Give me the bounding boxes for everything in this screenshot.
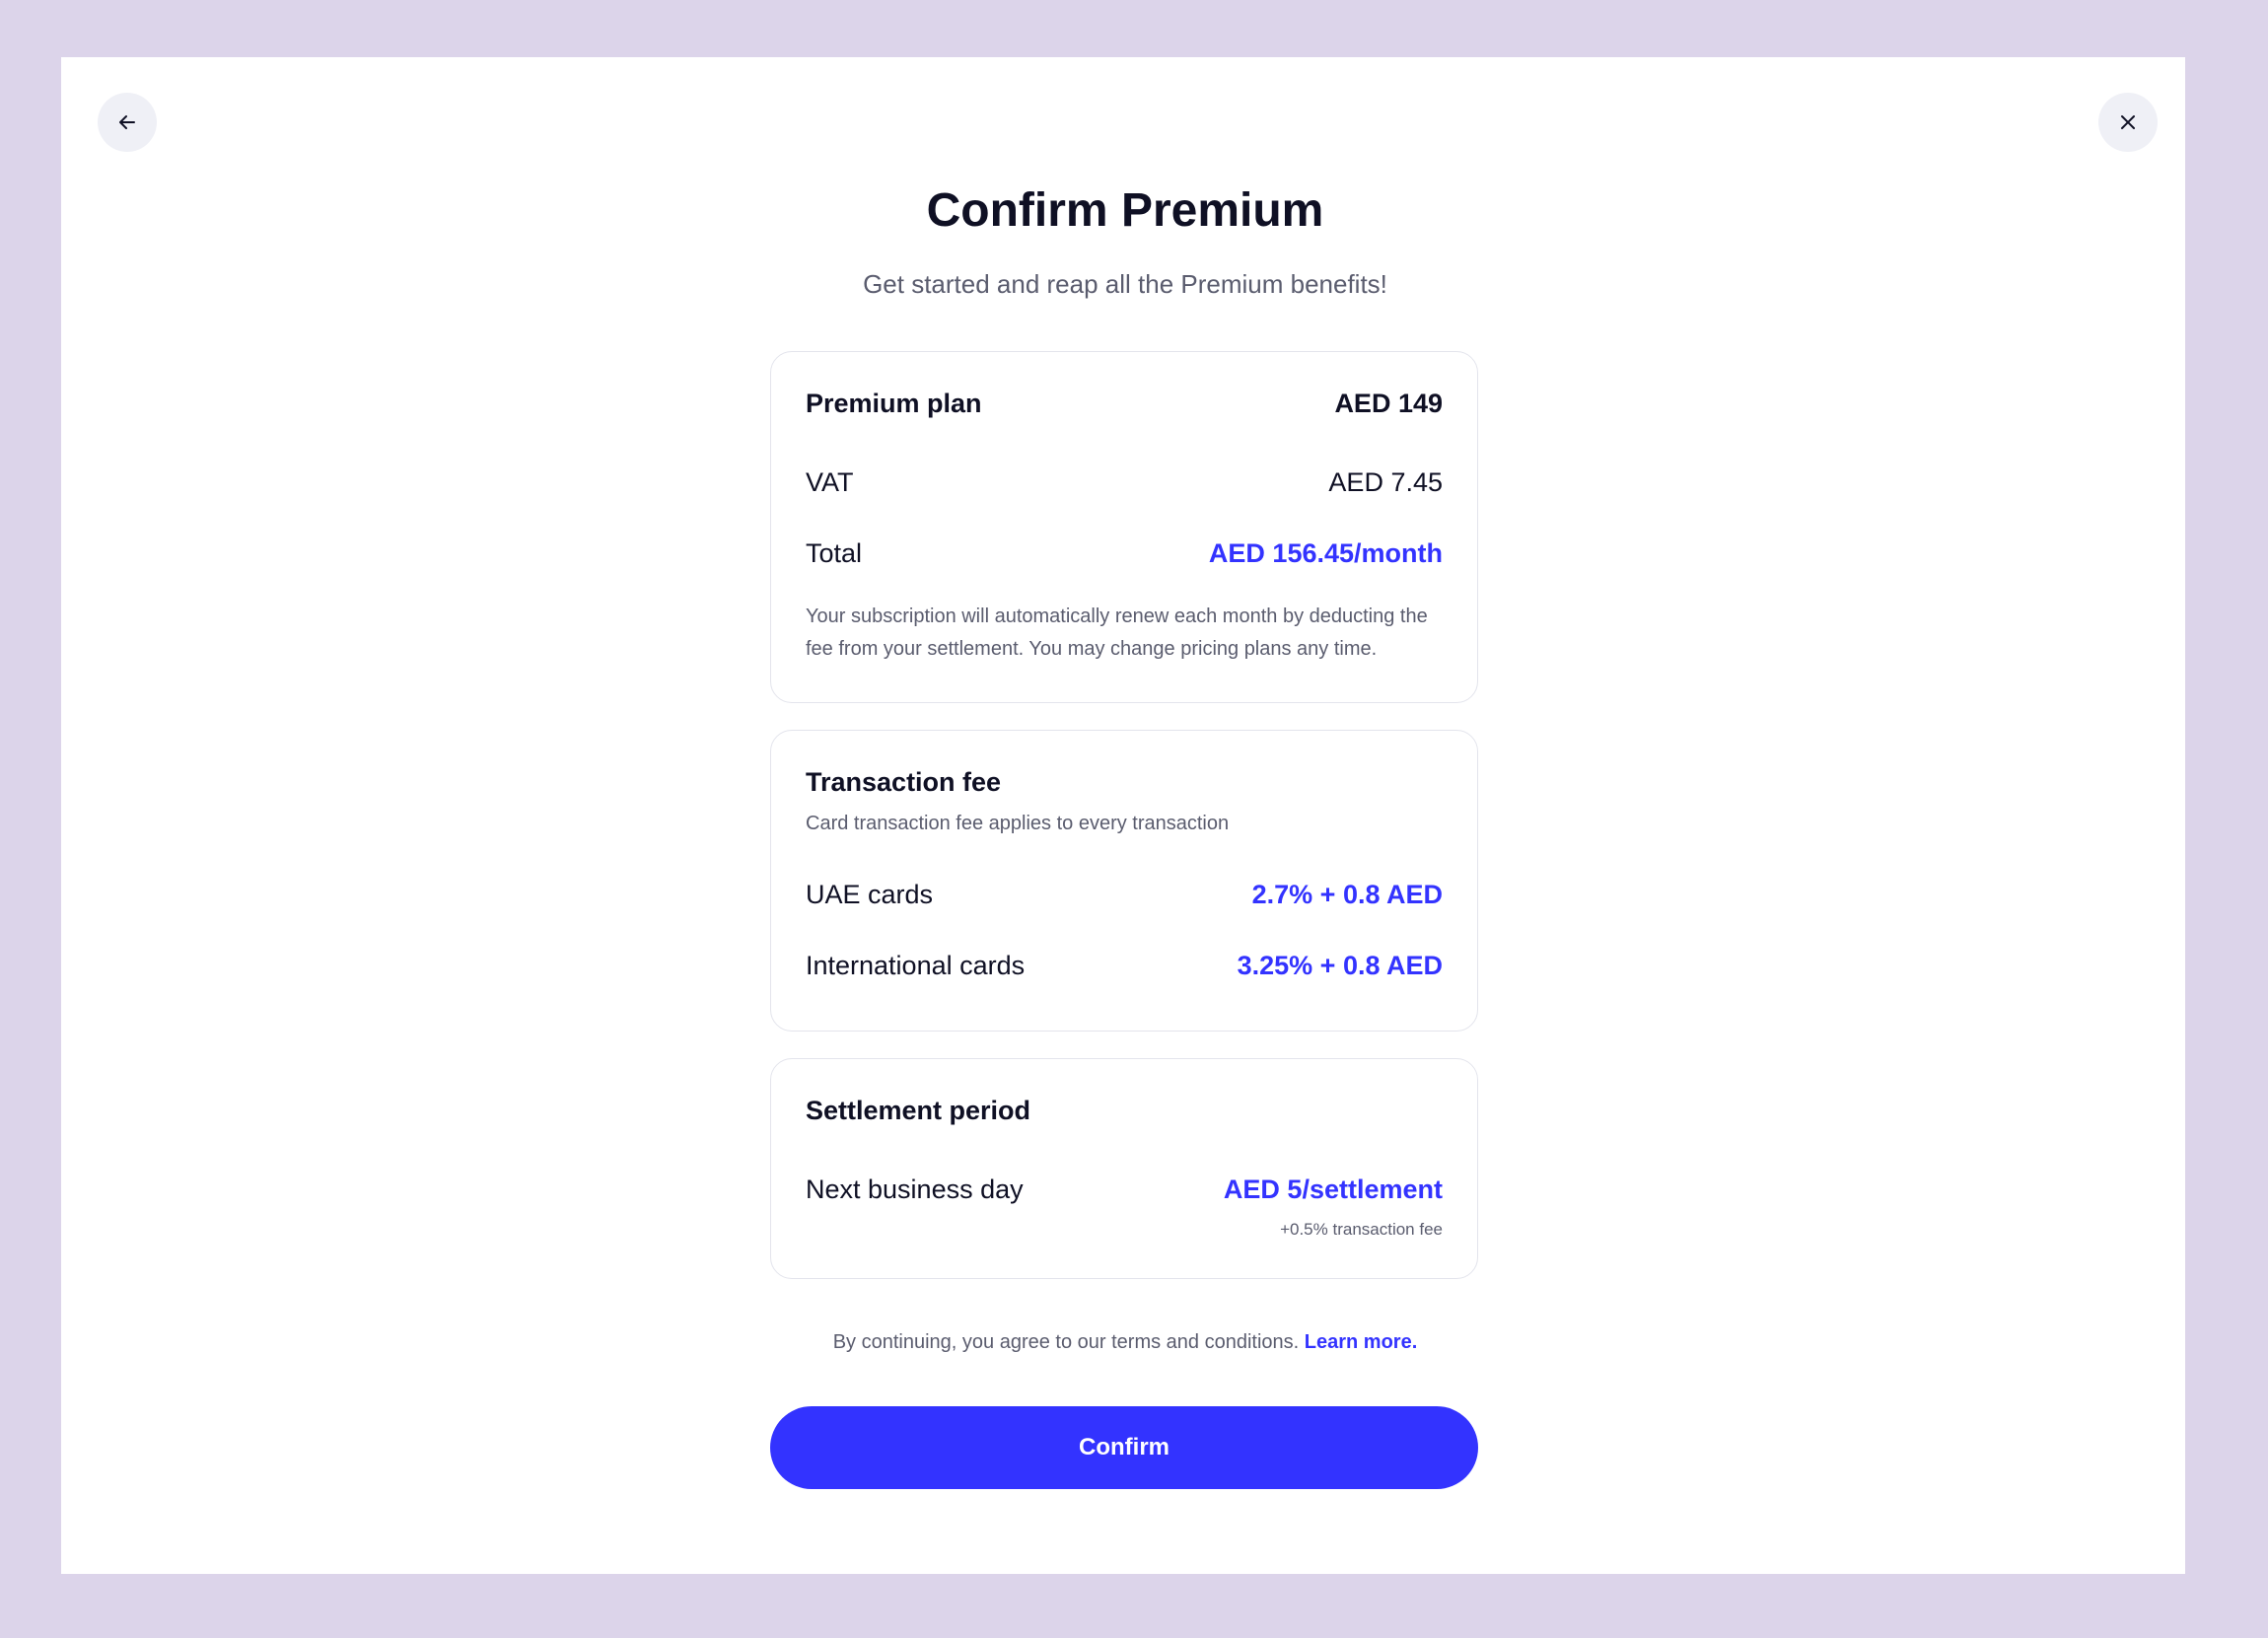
transaction-fee-description: Card transaction fee applies to every tr… — [806, 813, 1230, 834]
fee-row-label: International cards — [806, 951, 1026, 980]
page-title: Confirm Premium — [926, 184, 1324, 237]
transaction-fee-heading: Transaction fee — [806, 767, 1002, 797]
vat-row: VAT AED 7.45 — [806, 464, 1443, 500]
terms-text: By continuing, you agree to our terms an… — [832, 1331, 1300, 1353]
modal-dialog: Confirm Premium Get started and reap all… — [61, 57, 2185, 1574]
plan-name-label: Premium plan — [806, 389, 982, 418]
total-label: Total — [806, 538, 863, 568]
vat-value: AED 7.45 — [1328, 467, 1443, 497]
settlement-card: Settlement period Next business day AED … — [770, 1058, 1478, 1279]
settlement-value: AED 5/settlement — [1223, 1175, 1443, 1204]
fee-row-value: 3.25% + 0.8 AED — [1237, 951, 1443, 980]
total-value: AED 156.45/month — [1208, 538, 1443, 568]
confirm-button[interactable]: Confirm — [770, 1406, 1478, 1489]
settlement-heading: Settlement period — [806, 1096, 1031, 1125]
terms-notice: By continuing, you agree to our terms an… — [770, 1327, 1480, 1357]
plan-summary-card: Premium plan AED 149 VAT AED 7.45 Total … — [770, 351, 1478, 703]
plan-price-value: AED 149 — [1334, 389, 1443, 418]
settlement-label: Next business day — [806, 1175, 1024, 1204]
fee-row-uae: UAE cards 2.7% + 0.8 AED — [806, 877, 1443, 912]
learn-more-link[interactable]: Learn more. — [1305, 1331, 1417, 1353]
settlement-row: Next business day AED 5/settlement — [806, 1172, 1443, 1207]
close-button[interactable] — [2098, 93, 2158, 152]
fee-row-label: UAE cards — [806, 880, 934, 909]
plan-row: Premium plan AED 149 — [806, 386, 1443, 421]
back-button[interactable] — [98, 93, 157, 152]
settlement-sub-value: +0.5% transaction fee — [1280, 1220, 1443, 1239]
fee-row-value: 2.7% + 0.8 AED — [1251, 880, 1443, 909]
total-row: Total AED 156.45/month — [806, 535, 1443, 571]
fee-row-international: International cards 3.25% + 0.8 AED — [806, 948, 1443, 983]
close-icon — [2121, 115, 2135, 129]
transaction-fee-card: Transaction fee Card transaction fee app… — [770, 730, 1478, 1032]
vat-label: VAT — [806, 467, 854, 497]
renewal-note: Your subscription will automatically ren… — [806, 605, 1428, 660]
arrow-left-icon — [119, 115, 135, 129]
page-subtitle: Get started and reap all the Premium ben… — [863, 269, 1387, 299]
